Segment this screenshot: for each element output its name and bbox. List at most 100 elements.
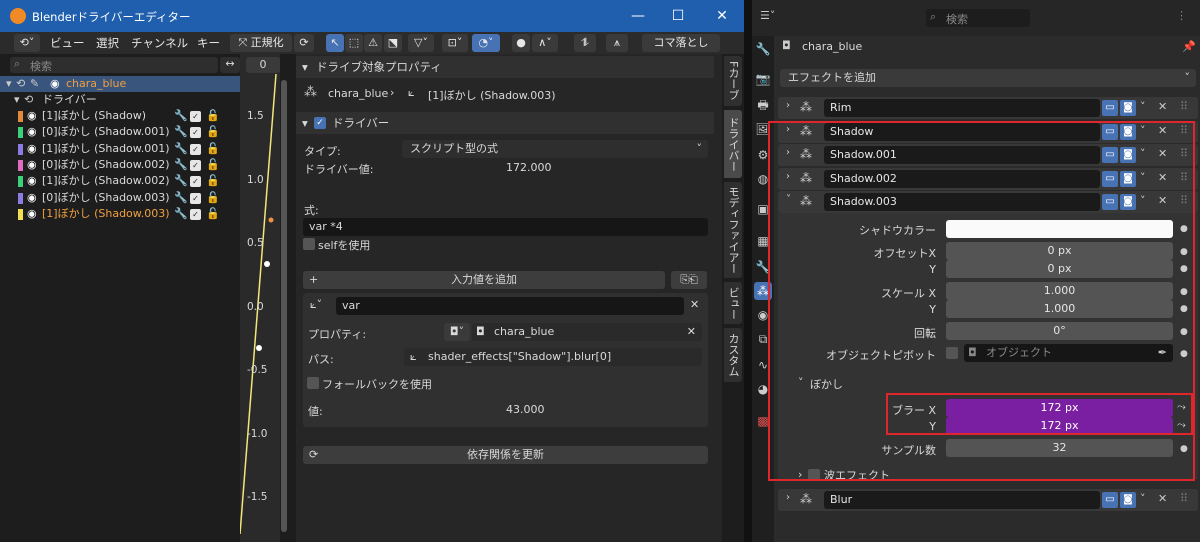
eye-icon[interactable]: ◉ xyxy=(27,108,37,124)
driver-header[interactable]: ▾ ✓ ドライバー xyxy=(296,112,714,134)
chevron-down-icon[interactable]: ˅ xyxy=(1140,492,1146,505)
bake-icon[interactable]: ⬔ xyxy=(384,34,402,52)
lock-icon[interactable]: 🔓 xyxy=(206,108,220,124)
lock-icon[interactable]: 🔓 xyxy=(206,206,220,222)
proportional-icon[interactable]: ● xyxy=(512,34,530,52)
normalize-button[interactable]: ⤧ 正規化 xyxy=(230,34,292,52)
filter-icon[interactable]: ▽˅ xyxy=(408,34,434,52)
channel-search[interactable]: ⌕ 検索 xyxy=(10,57,218,73)
remove-variable-icon[interactable]: ✕ xyxy=(690,298,699,311)
driver-channel-row[interactable]: ◉ [1]ぼかし (Shadow.001) 🔧 ✓ 🔓 xyxy=(0,141,240,157)
normalize-curve-icon[interactable]: ⥮ xyxy=(574,34,596,52)
drag-handle-icon[interactable]: ⠿ xyxy=(1180,492,1188,505)
wrench-icon[interactable]: 🔧 xyxy=(174,108,188,124)
driver-channel-row[interactable]: ◉ [0]ぼかし (Shadow.001) 🔧 ✓ 🔓 xyxy=(0,124,240,140)
viewport-toggle-icon[interactable]: ▭ xyxy=(1102,492,1118,508)
eye-icon[interactable]: ◉ xyxy=(27,190,37,206)
update-deps-button[interactable]: ⟳ 依存関係を更新 xyxy=(303,446,708,464)
driver-channel-row[interactable]: ◉ [1]ぼかし (Shadow) 🔧 ✓ 🔓 xyxy=(0,108,240,124)
warning-icon[interactable]: ⚠ xyxy=(364,34,382,52)
snap-icon[interactable]: ◔˅ xyxy=(472,34,500,52)
use-self-checkbox[interactable] xyxy=(303,238,315,250)
render-toggle-icon[interactable]: ◙ xyxy=(1120,100,1136,116)
close-icon[interactable]: ✕ xyxy=(1158,492,1167,505)
close-icon[interactable]: ✕ xyxy=(1158,100,1167,113)
render-toggle-icon[interactable]: ◙ xyxy=(1120,492,1136,508)
eye-icon[interactable]: ◉ xyxy=(27,173,37,189)
output-icon[interactable]: 🖶 xyxy=(754,96,772,114)
lock-icon[interactable]: 🔓 xyxy=(206,190,220,206)
eye-icon[interactable]: ◉ xyxy=(27,157,37,173)
eye-icon[interactable]: ◉ xyxy=(27,124,37,140)
enable-checkbox[interactable]: ✓ xyxy=(190,208,201,220)
viewport-toggle-icon[interactable]: ▭ xyxy=(1102,100,1118,116)
modifier-rim[interactable]: › ⁂ Rim ▭ ◙ ˅ ✕ ⠿ xyxy=(778,97,1198,119)
swap-icon[interactable]: ↔ xyxy=(220,57,240,73)
modifier-name[interactable]: Rim xyxy=(824,99,1100,117)
target-property-header[interactable]: ▾ ドライブ対象プロパティ xyxy=(296,56,714,78)
wrench-icon[interactable]: 🔧 xyxy=(174,157,188,173)
frame-drop-button[interactable]: コマ落とし xyxy=(642,34,720,52)
driver-channel-row[interactable]: ◉ [0]ぼかし (Shadow.002) 🔧 ✓ 🔓 xyxy=(0,157,240,173)
lock-icon[interactable]: 🔓 xyxy=(206,173,220,189)
menu-view[interactable]: ビュー xyxy=(50,35,85,51)
driver-channel-row[interactable]: ◉ [0]ぼかし (Shadow.003) 🔧 ✓ 🔓 xyxy=(0,190,240,206)
chevron-right-icon[interactable]: › xyxy=(786,492,790,503)
eye-icon[interactable]: ◉ xyxy=(27,141,37,157)
handle-icon[interactable]: ⩚ xyxy=(606,34,628,52)
scrollbar-thumb[interactable] xyxy=(281,80,287,532)
copy-paste-icon[interactable]: ⎘⎗ xyxy=(671,271,707,289)
tab-custom[interactable]: カスタム xyxy=(724,328,742,382)
type-select[interactable]: スクリプト型の式 ˅ xyxy=(402,140,708,158)
refresh-icon[interactable]: ⟳ xyxy=(294,34,314,52)
tab-fcurve[interactable]: Fカーブ xyxy=(724,56,742,106)
drivers-row[interactable]: ▾ ⟲ ドライバー xyxy=(0,92,240,108)
eye-icon[interactable]: ◉ xyxy=(50,76,60,92)
menu-channel[interactable]: チャンネル xyxy=(131,35,188,51)
variable-type-icon[interactable]: ⟀˅ xyxy=(310,298,322,312)
tab-drivers[interactable]: ドライバー xyxy=(724,110,742,178)
box-select-icon[interactable]: ⬚ xyxy=(345,34,363,52)
properties-search[interactable]: ⌕ 検索 xyxy=(926,9,1030,27)
enable-checkbox[interactable]: ✓ xyxy=(190,159,201,171)
tab-view[interactable]: ビュー xyxy=(724,282,742,324)
close-icon[interactable]: ✕ xyxy=(712,6,732,26)
menu-select[interactable]: 選択 xyxy=(96,35,119,51)
pivot-icon[interactable]: ⊡˅ xyxy=(442,34,468,52)
editor-type-icon[interactable]: ⟲˅ xyxy=(14,34,40,52)
fallback-checkbox[interactable] xyxy=(307,377,319,389)
variable-name-input[interactable]: var xyxy=(336,297,684,315)
path-input[interactable]: ⟀ shader_effects["Shadow"].blur[0] xyxy=(404,348,702,366)
add-effect-button[interactable]: エフェクトを追加 ˅ xyxy=(780,69,1196,87)
driver-channel-row[interactable]: ◉ [1]ぼかし (Shadow.003) 🔧 ✓ 🔓 xyxy=(0,206,240,222)
pin-icon[interactable]: 📌 xyxy=(1182,40,1196,53)
wrench-icon[interactable]: 🔧 xyxy=(174,206,188,222)
options-icon[interactable]: ⋮ xyxy=(1176,9,1187,22)
cursor-icon[interactable]: ↖ xyxy=(326,34,344,52)
minimize-icon[interactable]: — xyxy=(628,6,648,26)
add-input-button[interactable]: + 入力値を追加 xyxy=(303,271,665,289)
tab-modifiers[interactable]: モディファイアー xyxy=(724,182,742,278)
wrench-icon[interactable]: 🔧 xyxy=(174,124,188,140)
eye-icon[interactable]: ◉ xyxy=(27,206,37,222)
enable-checkbox[interactable]: ✓ xyxy=(190,111,201,122)
wrench-icon[interactable]: 🔧 xyxy=(174,173,188,189)
editor-type-icon[interactable]: ☰˅ xyxy=(760,9,775,22)
menu-key[interactable]: キー xyxy=(197,35,220,51)
lock-icon[interactable]: 🔓 xyxy=(206,157,220,173)
enable-checkbox[interactable]: ✓ xyxy=(190,127,201,139)
lock-icon[interactable]: 🔓 xyxy=(206,141,220,157)
clear-icon[interactable]: ✕ xyxy=(687,323,696,341)
object-channel-row[interactable]: ▾ ⟲ ✎ ◉ chara_blue xyxy=(0,76,240,92)
enable-checkbox[interactable]: ✓ xyxy=(190,192,201,204)
lock-icon[interactable]: 🔓 xyxy=(206,124,220,140)
wrench-icon[interactable]: 🔧 xyxy=(174,141,188,157)
falloff-icon[interactable]: ∧˅ xyxy=(532,34,558,52)
driver-channel-row[interactable]: ◉ [1]ぼかし (Shadow.002) 🔧 ✓ 🔓 xyxy=(0,173,240,189)
chevron-right-icon[interactable]: › xyxy=(786,100,790,111)
chevron-down-icon[interactable]: ˅ xyxy=(1140,100,1146,113)
tool-icon[interactable]: 🔧 xyxy=(754,40,772,58)
modifier-blur[interactable]: › ⁂ Blur ▭ ◙ ˅ ✕ ⠿ xyxy=(778,489,1198,511)
id-type-icon[interactable]: ◘˅ xyxy=(444,323,470,341)
drag-handle-icon[interactable]: ⠿ xyxy=(1180,100,1188,113)
